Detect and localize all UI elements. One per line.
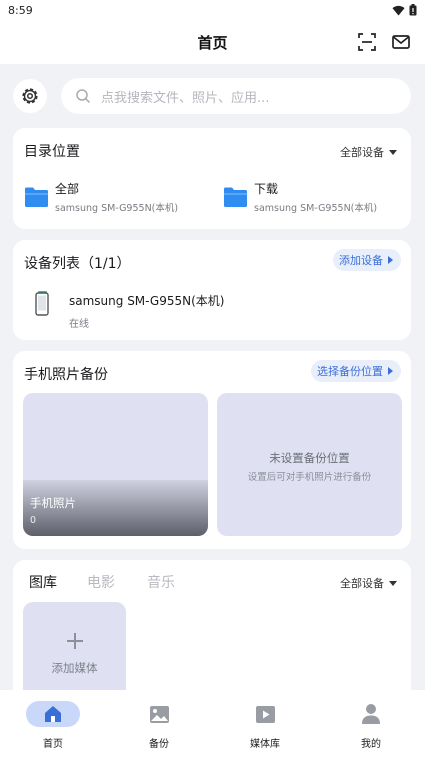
status-time: 8:59 [8, 3, 33, 17]
device-name: samsung SM-G955N(本机) [69, 294, 225, 308]
page-title: 首页 [197, 33, 228, 52]
status-icons [392, 4, 417, 16]
choose-backup-location-label: 选择备份位置 [317, 365, 383, 378]
backup-unset-hint: 设置后可对手机照片进行备份 [247, 472, 372, 483]
media-library-icon [255, 705, 275, 723]
media-device-filter[interactable]: 全部设备 [340, 575, 397, 591]
add-media-label: 添加媒体 [51, 661, 98, 675]
directory-filter-label: 全部设备 [340, 146, 384, 159]
album-count: 0 [30, 515, 37, 526]
backup-icon [149, 705, 169, 723]
caret-down-icon [389, 580, 397, 586]
search-placeholder: 点我搜索文件、照片、应用... [101, 90, 270, 106]
media-filter-label: 全部设备 [340, 577, 384, 590]
directory-title: 目录位置 [24, 144, 80, 160]
arrow-right-icon [388, 367, 393, 375]
wifi-icon [392, 5, 405, 16]
search-icon [76, 89, 91, 104]
device-list-card: 设备列表（1/1） 添加设备 samsung SM-G955N(本机) 在线 [13, 240, 411, 340]
phone-photos-album[interactable]: 手机照片 0 [23, 393, 208, 536]
status-bar: 8:59 [0, 0, 425, 20]
device-list-title: 设备列表（1/1） [24, 256, 131, 272]
tab-movies[interactable]: 电影 [87, 572, 115, 592]
tab-music[interactable]: 音乐 [147, 572, 175, 592]
folder-name: 下载 [254, 182, 279, 196]
folder-device: samsung SM-G955N(本机) [254, 203, 378, 214]
add-device-label: 添加设备 [339, 254, 383, 267]
search-row: 点我搜索文件、照片、应用... [13, 78, 411, 114]
plus-icon [66, 633, 83, 649]
gear-icon [22, 88, 38, 104]
backup-unset-title: 未设置备份位置 [269, 451, 350, 465]
phone-icon [35, 291, 49, 316]
photo-backup-card: 手机照片备份 选择备份位置 手机照片 0 未设置备份位置 设置后可对手机照片进行… [13, 351, 411, 549]
settings-button[interactable] [13, 79, 47, 113]
nav-icon-wrap [132, 701, 186, 727]
nav-home-label: 首页 [43, 739, 63, 750]
add-device-button[interactable]: 添加设备 [333, 249, 401, 271]
home-icon [45, 706, 61, 722]
folder-item-download[interactable]: 下载 samsung SM-G955N(本机) [223, 180, 377, 214]
profile-icon [362, 704, 380, 724]
caret-down-icon [389, 149, 397, 155]
arrow-right-icon [388, 256, 393, 264]
directory-card: 目录位置 全部设备 全部 samsung SM-G955N(本机) 下载 sam… [13, 128, 411, 229]
nav-backup[interactable]: 备份 [106, 690, 212, 757]
folder-icon [25, 187, 48, 207]
nav-icon-wrap [344, 701, 398, 727]
nav-profile-label: 我的 [361, 739, 381, 750]
backup-location-unset-tile[interactable]: 未设置备份位置 设置后可对手机照片进行备份 [217, 393, 402, 536]
nav-media-library-label: 媒体库 [250, 739, 280, 750]
nav-icon-wrap [238, 701, 292, 727]
battery-icon [409, 4, 417, 16]
device-status: 在线 [69, 319, 89, 330]
scan-icon[interactable] [357, 32, 377, 52]
bottom-navigation: 首页 备份 媒体库 我的 [0, 690, 425, 757]
top-app-bar: 首页 [0, 20, 425, 64]
folder-item-all[interactable]: 全部 samsung SM-G955N(本机) [24, 180, 178, 214]
media-library-card: 图库 电影 音乐 全部设备 添加媒体 [13, 560, 411, 700]
album-name: 手机照片 [30, 496, 76, 510]
directory-device-filter[interactable]: 全部设备 [340, 144, 397, 160]
folder-device: samsung SM-G955N(本机) [55, 203, 179, 214]
nav-backup-label: 备份 [149, 739, 169, 750]
folder-icon [224, 187, 247, 207]
tab-gallery[interactable]: 图库 [29, 572, 57, 592]
nav-home[interactable]: 首页 [0, 690, 106, 757]
nav-media-library[interactable]: 媒体库 [212, 690, 318, 757]
mail-icon[interactable] [391, 32, 411, 52]
photo-backup-title: 手机照片备份 [24, 367, 108, 383]
choose-backup-location-button[interactable]: 选择备份位置 [311, 360, 401, 382]
search-input[interactable]: 点我搜索文件、照片、应用... [61, 78, 411, 114]
nav-active-indicator [26, 701, 80, 727]
folder-name: 全部 [55, 182, 80, 196]
nav-profile[interactable]: 我的 [318, 690, 424, 757]
add-media-button[interactable]: 添加媒体 [23, 602, 126, 700]
